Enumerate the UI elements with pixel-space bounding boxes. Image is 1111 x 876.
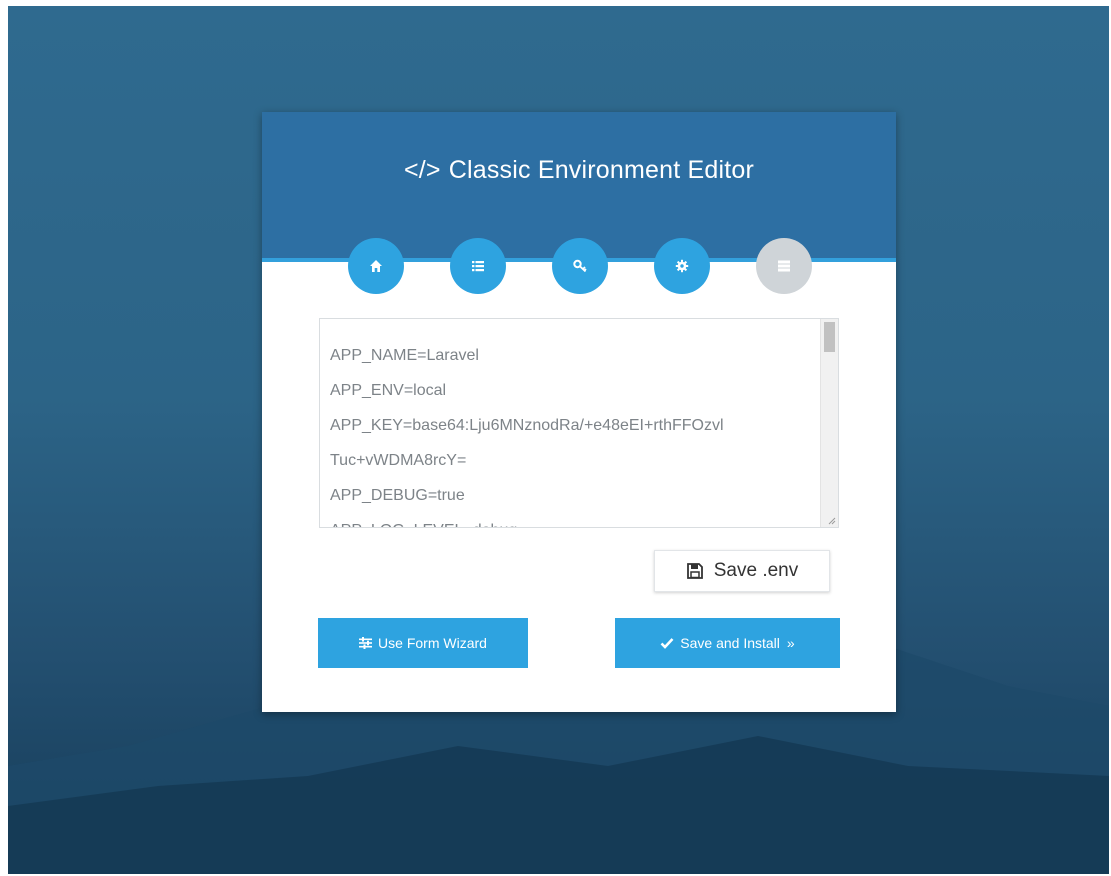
save-and-install-button[interactable]: Save and Install » <box>615 618 840 668</box>
use-form-wizard-button[interactable]: Use Form Wizard <box>318 618 528 668</box>
resize-grip-icon[interactable] <box>826 515 836 525</box>
double-chevron-right-icon: » <box>786 635 795 651</box>
page-title: </> Classic Environment Editor <box>262 156 896 185</box>
home-icon <box>370 260 382 272</box>
page-title-text: Classic Environment Editor <box>448 156 755 184</box>
sliders-icon <box>359 637 373 649</box>
step-permissions[interactable] <box>552 238 608 294</box>
env-line: APP_NAME=Laravel <box>330 347 479 364</box>
save-and-install-label: Save and Install <box>680 635 780 651</box>
env-line: APP_KEY=base64:Lju6MNznodRa/+e48eEI+rthF… <box>330 417 724 434</box>
env-line: APP_LOG_LEVEL=debug <box>330 513 820 527</box>
gear-icon <box>675 259 689 273</box>
scrollbar-thumb[interactable] <box>824 322 835 352</box>
env-textarea[interactable]: APP_NAME=Laravel APP_ENV=local APP_KEY=b… <box>319 318 839 528</box>
env-line: APP_DEBUG=true <box>330 487 465 504</box>
step-environment[interactable] <box>654 238 710 294</box>
installer-card: </> Classic Environment Editor APP_NAME=… <box>262 112 896 712</box>
step-requirements[interactable] <box>450 238 506 294</box>
server-icon <box>778 260 790 272</box>
env-line: Tuc+vWDMA8rcY= <box>330 452 467 469</box>
key-icon <box>573 259 587 273</box>
save-env-label: Save .env <box>713 560 799 581</box>
list-icon <box>472 261 484 272</box>
floppy-disk-icon <box>686 563 703 579</box>
save-env-button[interactable]: Save .env <box>654 550 830 592</box>
step-welcome[interactable] <box>348 238 404 294</box>
env-line: APP_ENV=local <box>330 382 447 399</box>
env-text-content: APP_NAME=Laravel APP_ENV=local APP_KEY=b… <box>330 338 820 527</box>
check-icon <box>660 637 674 649</box>
textarea-scrollbar[interactable] <box>820 319 838 527</box>
step-final[interactable] <box>756 238 812 294</box>
code-icon: </> <box>403 156 441 184</box>
use-form-wizard-label: Use Form Wizard <box>378 635 487 651</box>
